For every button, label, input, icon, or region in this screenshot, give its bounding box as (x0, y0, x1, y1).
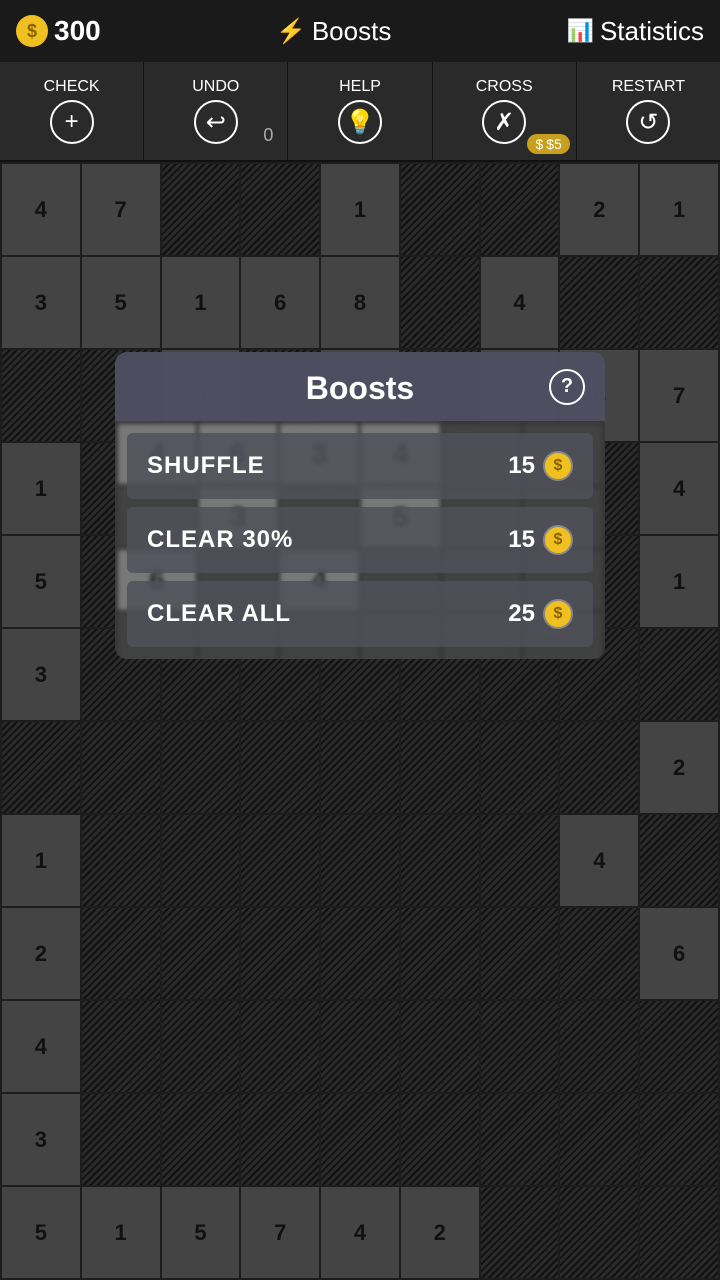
help-button[interactable]: Help 💡 (288, 62, 432, 160)
modal-title: Boosts (306, 370, 414, 407)
boost-name: SHUFFLE (147, 452, 265, 480)
modal-header: Boosts ? (115, 352, 605, 421)
boost-name: CLEAR 30% (147, 526, 293, 554)
boost-name: CLEAR ALL (147, 600, 291, 628)
statistics-button[interactable]: 📊 Statistics (567, 16, 704, 47)
status-bar: $ 300 ⚡ Boosts 📊 Statistics (0, 0, 720, 62)
restart-button[interactable]: Restart ↺ (577, 62, 720, 160)
stats-label: Statistics (600, 16, 704, 47)
coin-icon-small: $ (535, 136, 543, 152)
cross-badge: $ $5 (527, 134, 569, 154)
stats-icon: 📊 (567, 18, 594, 44)
boost-clear-30%-button[interactable]: CLEAR 30% 15 $ (127, 507, 593, 573)
boost-cost: 15 $ (508, 525, 573, 555)
cross-cost: $5 (546, 136, 562, 152)
undo-label: Undo (192, 78, 239, 96)
boost-cost-number: 25 (508, 600, 535, 628)
cross-icon: ✗ (482, 100, 526, 144)
game-area: 4712135168454247115145132142643515742 Bo… (0, 162, 720, 1280)
check-icon: + (50, 100, 94, 144)
coin-amount: 300 (54, 15, 101, 47)
boosts-button[interactable]: ⚡ Boosts (276, 16, 391, 47)
boosts-label: Boosts (312, 16, 392, 47)
check-label: Check (44, 78, 100, 96)
boosts-modal: Boosts ? 463435644 SHUFFLE15$CLEAR 30%15… (115, 352, 605, 659)
boost-clear-all-button[interactable]: CLEAR ALL 25 $ (127, 581, 593, 647)
toolbar: Check + Undo ↩ 0 Help 💡 Cross ✗ $ $5 Res… (0, 62, 720, 162)
boost-cost: 25 $ (508, 599, 573, 629)
cross-button[interactable]: Cross ✗ $ $5 (433, 62, 577, 160)
help-label: Help (339, 78, 381, 96)
help-icon: 💡 (338, 100, 382, 144)
undo-badge: 0 (263, 125, 273, 146)
cross-label: Cross (476, 78, 533, 96)
cost-coin-icon: $ (543, 525, 573, 555)
cost-coin-icon: $ (543, 599, 573, 629)
check-button[interactable]: Check + (0, 62, 144, 160)
boost-cost: 15 $ (508, 451, 573, 481)
boost-cost-number: 15 (508, 526, 535, 554)
coin-display: $ 300 (16, 15, 101, 47)
modal-overlay: Boosts ? 463435644 SHUFFLE15$CLEAR 30%15… (0, 162, 720, 1280)
restart-icon: ↺ (626, 100, 670, 144)
cost-coin-icon: $ (543, 451, 573, 481)
boost-cost-number: 15 (508, 452, 535, 480)
restart-label: Restart (612, 78, 685, 96)
bolt-icon: ⚡ (276, 17, 306, 46)
modal-body: 463435644 SHUFFLE15$CLEAR 30%15$CLEAR AL… (115, 421, 605, 659)
undo-icon: ↩ (194, 100, 238, 144)
help-question-icon: ? (561, 375, 573, 398)
undo-button[interactable]: Undo ↩ 0 (144, 62, 288, 160)
modal-help-button[interactable]: ? (549, 369, 585, 405)
coin-icon: $ (16, 15, 48, 47)
boost-buttons-container: SHUFFLE 15 $ CLEAR 30% 15 $ CLEAR ALL 25 $ (115, 421, 605, 659)
boost-shuffle-button[interactable]: SHUFFLE 15 $ (127, 433, 593, 499)
